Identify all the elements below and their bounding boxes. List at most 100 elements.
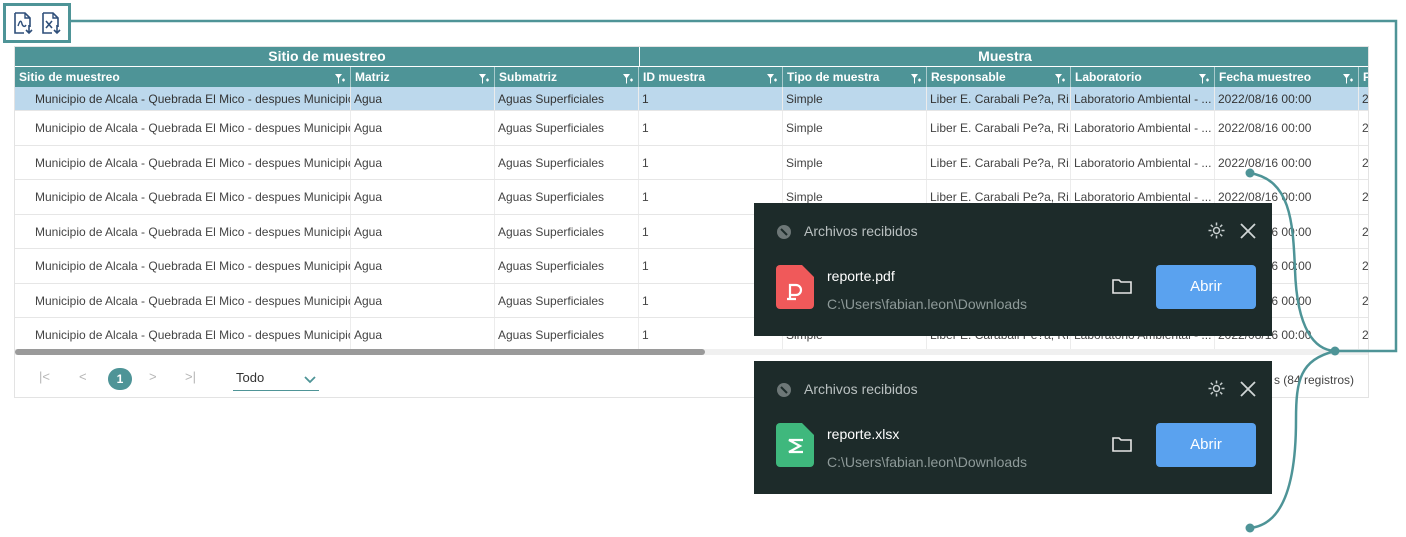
gear-icon[interactable] xyxy=(1207,379,1226,398)
column-header-f[interactable]: F xyxy=(1359,67,1368,87)
cell-submatriz: Aguas Superficiales xyxy=(495,87,639,110)
first-page-button[interactable]: |< xyxy=(39,369,50,384)
filter-icon[interactable] xyxy=(1054,71,1066,84)
cell-sitio-de-muestreo: Municipio de Alcala - Quebrada El Mico -… xyxy=(15,318,351,352)
open-button[interactable]: Abrir xyxy=(1156,423,1256,467)
cell-tipo-de-muestra: Simple xyxy=(783,87,927,110)
filter-icon[interactable] xyxy=(1198,71,1210,84)
cell-sitio-de-muestreo: Municipio de Alcala - Quebrada El Mico -… xyxy=(15,284,351,317)
cell-submatriz: Aguas Superficiales xyxy=(495,284,639,317)
cell-tipo-de-muestra: Simple xyxy=(783,146,927,179)
file-path: C:\Users\fabian.leon\Downloads xyxy=(827,296,1027,312)
cell-matriz: Agua xyxy=(351,180,495,214)
column-header-tipo-de-muestra[interactable]: Tipo de muestra xyxy=(783,67,927,87)
column-header-label: Tipo de muestra xyxy=(787,70,880,84)
column-header-label: Responsable xyxy=(931,70,1006,84)
filter-icon[interactable] xyxy=(334,71,346,84)
column-header-matriz[interactable]: Matriz xyxy=(351,67,495,87)
cell-sitio-de-muestreo: Municipio de Alcala - Quebrada El Mico -… xyxy=(15,180,351,214)
close-icon[interactable] xyxy=(1240,381,1256,397)
column-header-label: Sitio de muestreo xyxy=(19,70,120,84)
cell-matriz: Agua xyxy=(351,249,495,283)
close-icon[interactable] xyxy=(1240,223,1256,239)
cell-sitio-de-muestreo: Municipio de Alcala - Quebrada El Mico -… xyxy=(15,87,351,110)
folder-icon[interactable] xyxy=(1112,435,1132,453)
download-icon xyxy=(776,224,792,240)
cell-submatriz: Aguas Superficiales xyxy=(495,318,639,352)
scrollbar-thumb[interactable] xyxy=(15,349,705,355)
column-header-label: Fecha muestreo xyxy=(1219,70,1312,84)
cell-id-muestra: 1 xyxy=(639,146,783,179)
column-header-sitio-de-muestreo[interactable]: Sitio de muestreo xyxy=(15,67,351,87)
cell-f: 2 xyxy=(1359,146,1368,179)
excel-file-icon xyxy=(776,423,814,467)
table-row[interactable]: Municipio de Alcala - Quebrada El Mico -… xyxy=(15,146,1368,180)
filter-icon[interactable] xyxy=(766,71,778,84)
cell-matriz: Agua xyxy=(351,111,495,145)
filter-icon[interactable] xyxy=(1342,71,1354,84)
column-header-submatriz[interactable]: Submatriz xyxy=(495,67,639,87)
cell-laboratorio: Laboratorio Ambiental - ... xyxy=(1071,146,1215,179)
page-size-value: Todo xyxy=(236,370,265,385)
file-name[interactable]: reporte.xlsx xyxy=(827,426,899,442)
cell-matriz: Agua xyxy=(351,215,495,248)
pdf-file-icon xyxy=(776,265,814,309)
cell-f: 2 xyxy=(1359,215,1368,248)
column-header-label: Laboratorio xyxy=(1075,70,1142,84)
cell-submatriz: Aguas Superficiales xyxy=(495,180,639,214)
page-1-button[interactable]: 1 xyxy=(108,368,132,390)
table-row[interactable]: Municipio de Alcala - Quebrada El Mico -… xyxy=(15,87,1368,111)
cell-matriz: Agua xyxy=(351,146,495,179)
next-page-button[interactable]: > xyxy=(149,369,157,384)
cell-f: 2 xyxy=(1359,318,1368,352)
filter-icon[interactable] xyxy=(622,71,634,84)
cell-id-muestra: 1 xyxy=(639,87,783,110)
cell-sitio-de-muestreo: Municipio de Alcala - Quebrada El Mico -… xyxy=(15,249,351,283)
gear-icon[interactable] xyxy=(1207,221,1226,240)
records-count: s (84 registros) xyxy=(1273,373,1354,387)
cell-f: 2 xyxy=(1359,249,1368,283)
column-header-label: F xyxy=(1363,70,1368,84)
cell-submatriz: Aguas Superficiales xyxy=(495,215,639,248)
export-toolbar xyxy=(3,3,71,43)
table-row[interactable]: Municipio de Alcala - Quebrada El Mico -… xyxy=(15,111,1368,146)
cell-matriz: Agua xyxy=(351,284,495,317)
file-path: C:\Users\fabian.leon\Downloads xyxy=(827,454,1027,470)
cell-sitio-de-muestreo: Municipio de Alcala - Quebrada El Mico -… xyxy=(15,111,351,145)
file-name[interactable]: reporte.pdf xyxy=(827,268,895,284)
horizontal-scrollbar[interactable] xyxy=(15,349,1368,355)
column-header-laboratorio[interactable]: Laboratorio xyxy=(1071,67,1215,87)
chevron-down-icon xyxy=(303,371,317,385)
column-header-id-muestra[interactable]: ID muestra xyxy=(639,67,783,87)
cell-f: 2 xyxy=(1359,111,1368,145)
group-header-muestra: Muestra xyxy=(640,47,1368,66)
cell-responsable: Liber E. Carabali Pe?a, Ri... xyxy=(927,111,1071,145)
column-header-responsable[interactable]: Responsable xyxy=(927,67,1071,87)
cell-fecha-muestreo: 2022/08/16 00:00 xyxy=(1215,87,1359,110)
download-icon xyxy=(776,382,792,398)
cell-matriz: Agua xyxy=(351,87,495,110)
prev-page-button[interactable]: < xyxy=(79,369,87,384)
cell-sitio-de-muestreo: Municipio de Alcala - Quebrada El Mico -… xyxy=(15,146,351,179)
cell-fecha-muestreo: 2022/08/16 00:00 xyxy=(1215,146,1359,179)
download-toast-xlsx: Archivos recibidos reporte.xlsx C:\Users… xyxy=(754,361,1272,494)
cell-laboratorio: Laboratorio Ambiental - ... xyxy=(1071,87,1215,110)
filter-icon[interactable] xyxy=(910,71,922,84)
column-header-fecha-muestreo[interactable]: Fecha muestreo xyxy=(1215,67,1359,87)
group-header-sitio: Sitio de muestreo xyxy=(15,47,639,66)
export-pdf-icon[interactable] xyxy=(12,11,34,35)
cell-fecha-muestreo: 2022/08/16 00:00 xyxy=(1215,111,1359,145)
folder-icon[interactable] xyxy=(1112,277,1132,295)
cell-f: 2 xyxy=(1359,180,1368,214)
page-size-select[interactable]: Todo xyxy=(233,367,319,391)
column-header-label: Submatriz xyxy=(499,70,558,84)
toast-title: Archivos recibidos xyxy=(804,223,918,239)
cell-submatriz: Aguas Superficiales xyxy=(495,111,639,145)
last-page-button[interactable]: >| xyxy=(185,369,196,384)
filter-icon[interactable] xyxy=(478,71,490,84)
cell-id-muestra: 1 xyxy=(639,111,783,145)
open-button[interactable]: Abrir xyxy=(1156,265,1256,309)
export-excel-icon[interactable] xyxy=(40,11,62,35)
cell-submatriz: Aguas Superficiales xyxy=(495,249,639,283)
column-header-label: ID muestra xyxy=(643,70,706,84)
